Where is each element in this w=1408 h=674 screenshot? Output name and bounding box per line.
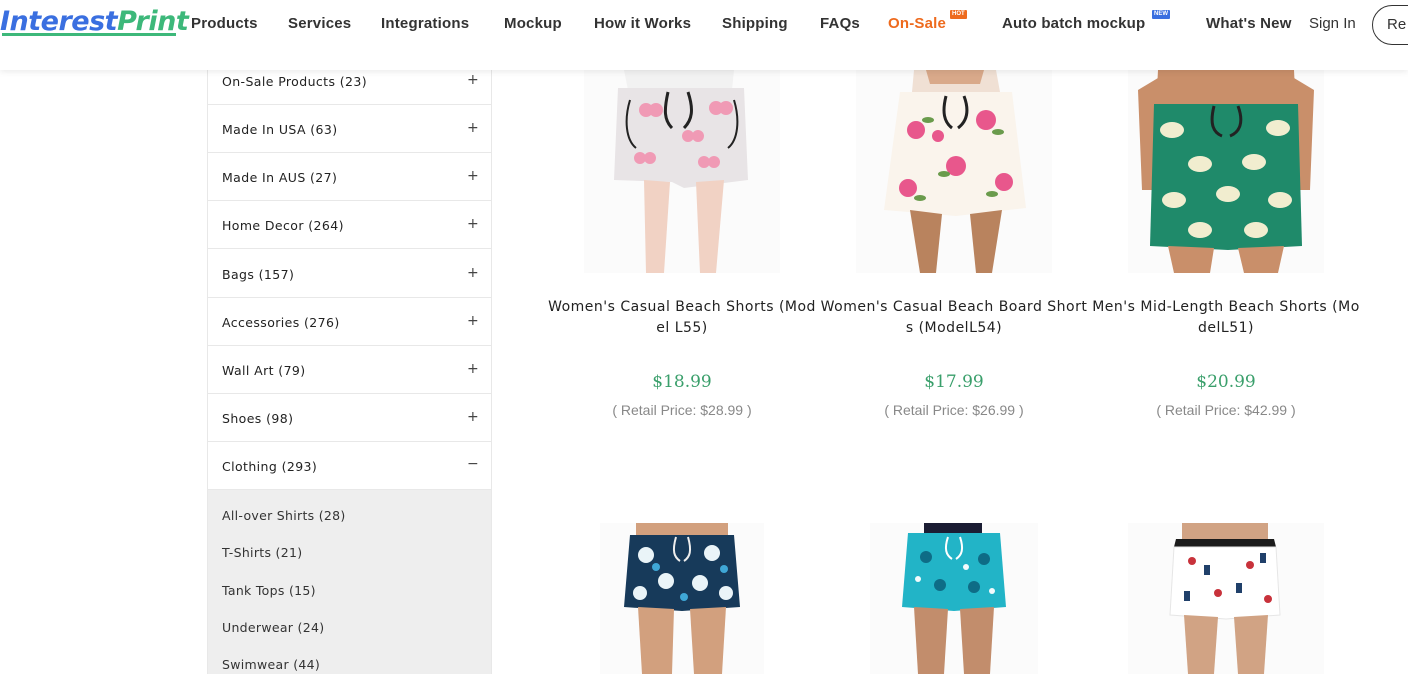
hot-badge: HOT <box>950 10 967 19</box>
category-clothing[interactable]: Clothing (293) − <box>208 442 491 490</box>
expand-plus-icon[interactable]: + <box>467 313 479 329</box>
register-button[interactable]: Re <box>1372 5 1408 45</box>
product-image[interactable] <box>600 523 764 674</box>
category-label: Clothing (293) <box>222 459 318 474</box>
model-shorts-image <box>1128 70 1324 273</box>
product-image[interactable] <box>1128 523 1324 674</box>
expand-plus-icon[interactable]: + <box>467 168 479 184</box>
category-shoes[interactable]: Shoes (98) + <box>208 394 491 442</box>
product-card[interactable] <box>548 523 816 674</box>
expand-plus-icon[interactable]: + <box>467 361 479 377</box>
product-image[interactable] <box>870 523 1038 674</box>
product-name[interactable]: Men's Mid-Length Beach Shorts (ModelL51) <box>1092 297 1360 339</box>
category-label: Home Decor (264) <box>222 218 344 233</box>
category-made-in-usa[interactable]: Made In USA (63) + <box>208 105 491 153</box>
expand-plus-icon[interactable]: + <box>467 409 479 425</box>
product-price: $20.99 <box>1196 372 1256 392</box>
model-shorts-image <box>870 523 1038 674</box>
product-card[interactable]: Women's Casual Beach Shorts (Model L55) … <box>548 70 816 430</box>
expand-plus-icon[interactable]: + <box>467 216 479 232</box>
product-card[interactable]: Women's Casual Beach Board Shorts (Model… <box>820 70 1088 430</box>
product-retail-price: ( Retail Price: $28.99 ) <box>612 402 752 418</box>
nav-whats-new[interactable]: What's New <box>1206 15 1292 32</box>
product-image[interactable] <box>584 70 780 273</box>
nav-services[interactable]: Services <box>288 15 351 32</box>
product-card[interactable]: Men's Mid-Length Beach Shorts (ModelL51)… <box>1092 70 1360 430</box>
nav-faqs[interactable]: FAQs <box>820 15 860 32</box>
product-name[interactable]: Women's Casual Beach Board Shorts (Model… <box>820 297 1088 339</box>
nav-integrations[interactable]: Integrations <box>381 15 469 32</box>
product-image[interactable] <box>856 70 1052 273</box>
product-card[interactable] <box>1092 523 1360 674</box>
nav-auto-batch-mockup[interactable]: Auto batch mockup <box>1002 15 1145 32</box>
expand-plus-icon[interactable]: + <box>467 72 479 88</box>
category-bags[interactable]: Bags (157) + <box>208 250 491 298</box>
nav-mockup[interactable]: Mockup <box>504 15 562 32</box>
product-price: $18.99 <box>652 372 712 392</box>
model-shorts-image <box>600 523 764 674</box>
subcategory-tank-tops[interactable]: Tank Tops (15) <box>222 583 316 598</box>
product-retail-price: ( Retail Price: $26.99 ) <box>884 402 1024 418</box>
subcategory-t-shirts[interactable]: T-Shirts (21) <box>222 545 302 560</box>
product-name[interactable]: Women's Casual Beach Shorts (Model L55) <box>548 297 816 339</box>
category-home-decor[interactable]: Home Decor (264) + <box>208 201 491 249</box>
product-image[interactable] <box>1128 70 1324 273</box>
category-label: Made In AUS (27) <box>222 170 338 185</box>
model-shorts-image <box>1128 523 1324 674</box>
product-card[interactable] <box>820 523 1088 674</box>
collapse-minus-icon[interactable]: − <box>467 456 479 472</box>
new-badge: NEW <box>1152 10 1170 19</box>
logo-underline <box>2 33 176 36</box>
nav-how-it-works[interactable]: How it Works <box>594 15 691 32</box>
category-label: Made In USA (63) <box>222 122 338 137</box>
category-label: Accessories (276) <box>222 315 340 330</box>
site-header: InterestPrint Products Services Integrat… <box>0 0 1408 70</box>
category-accessories[interactable]: Accessories (276) + <box>208 298 491 346</box>
nav-products[interactable]: Products <box>191 15 258 32</box>
product-price: $17.99 <box>924 372 984 392</box>
site-logo[interactable]: InterestPrint <box>0 6 189 42</box>
expand-plus-icon[interactable]: + <box>467 120 479 136</box>
category-label: Shoes (98) <box>222 411 294 426</box>
subcategory-swimwear[interactable]: Swimwear (44) <box>222 657 320 672</box>
category-label: On-Sale Products (23) <box>222 74 368 89</box>
category-label: Bags (157) <box>222 267 295 282</box>
model-shorts-image <box>584 70 780 273</box>
expand-plus-icon[interactable]: + <box>467 265 479 281</box>
category-wall-art[interactable]: Wall Art (79) + <box>208 346 491 394</box>
clothing-subcategory-panel: All-over Shirts (28) T-Shirts (21) Tank … <box>208 490 491 674</box>
nav-on-sale[interactable]: On-Sale <box>888 15 946 32</box>
subcategory-underwear[interactable]: Underwear (24) <box>222 620 324 635</box>
subcategory-all-over-shirts[interactable]: All-over Shirts (28) <box>222 508 346 523</box>
nav-shipping[interactable]: Shipping <box>722 15 788 32</box>
product-retail-price: ( Retail Price: $42.99 ) <box>1156 402 1296 418</box>
sign-in-link[interactable]: Sign In <box>1309 15 1356 32</box>
category-label: Wall Art (79) <box>222 363 306 378</box>
model-shorts-image <box>856 70 1052 273</box>
category-sidebar: On-Sale Products (23) + Made In USA (63)… <box>207 70 492 674</box>
category-made-in-aus[interactable]: Made In AUS (27) + <box>208 153 491 201</box>
